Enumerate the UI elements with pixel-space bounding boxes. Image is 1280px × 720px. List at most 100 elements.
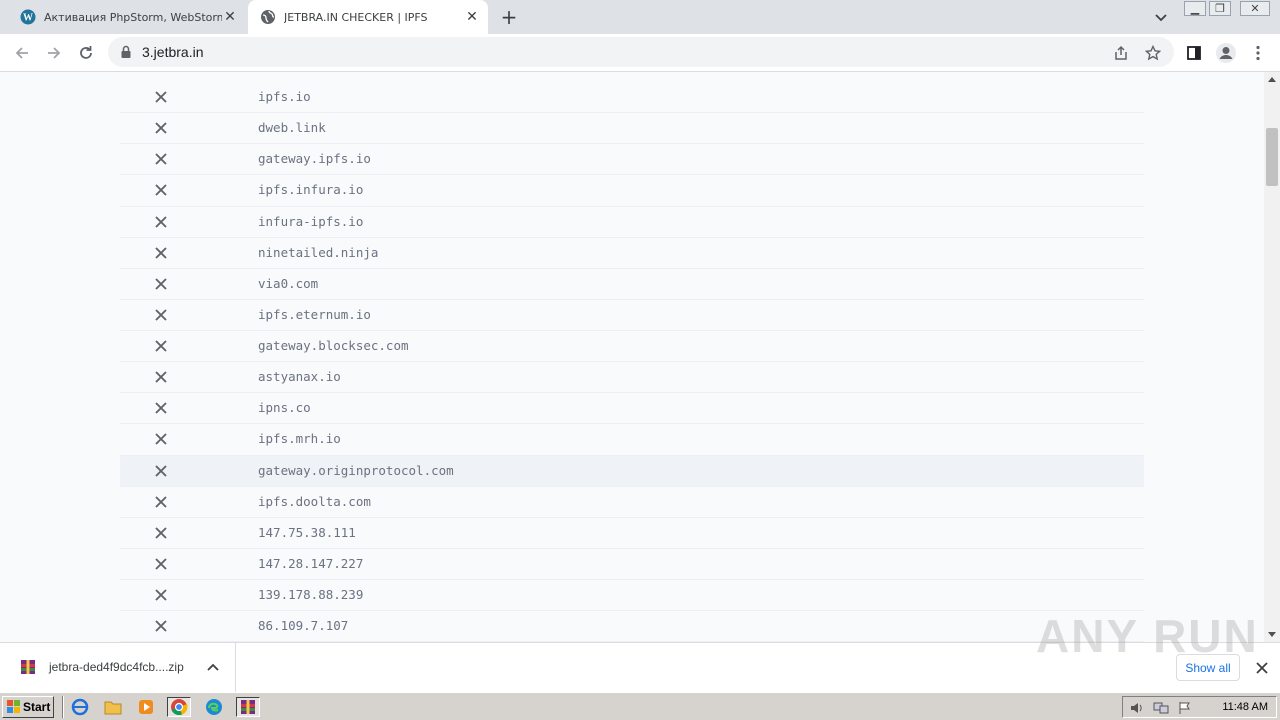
ie-icon[interactable]: [68, 697, 92, 717]
clock: 11:48 AM: [1222, 701, 1268, 713]
gateway-host: infura-ipfs.io: [258, 213, 364, 229]
profile-button[interactable]: [1215, 42, 1237, 64]
tab-strip: W Активация PhpStorm, WebStorm, IntelliJ…: [0, 0, 1280, 34]
tab-search-chevron-icon[interactable]: [1152, 8, 1170, 26]
svg-text:W: W: [23, 13, 33, 24]
gateway-row: ipns.co: [120, 393, 1144, 425]
fail-x-icon: [155, 153, 167, 165]
back-button[interactable]: [11, 42, 33, 64]
fail-x-icon: [155, 91, 167, 103]
gateway-host: ipfs.io: [258, 89, 311, 104]
gateway-host: astyanax.io: [258, 369, 341, 385]
fail-x-icon: [155, 371, 167, 383]
show-all-button[interactable]: Show all: [1176, 654, 1240, 681]
vertical-scrollbar[interactable]: [1264, 72, 1280, 642]
gateway-row: ipfs.mrh.io: [120, 424, 1144, 456]
close-tab-icon[interactable]: ✕: [464, 9, 480, 25]
gateway-host: gateway.originprotocol.com: [258, 462, 454, 478]
fail-x-icon: [155, 495, 167, 508]
gateway-row: dweb.link: [120, 113, 1144, 145]
side-panel-button[interactable]: [1183, 42, 1205, 64]
address-bar[interactable]: 3.jetbra.in: [108, 37, 1174, 67]
arrow-left-icon: [15, 47, 28, 59]
windows-logo-icon: [7, 700, 20, 713]
taskbar: Start 11:48 AM: [0, 692, 1280, 720]
tab-activation[interactable]: W Активация PhpStorm, WebStorm, IntelliJ…: [8, 0, 246, 34]
fail-x-icon: [155, 464, 167, 477]
tab-jetbra-checker[interactable]: JETBRA.IN CHECKER | IPFS ✕: [248, 0, 488, 34]
fail-x-icon: [155, 246, 167, 259]
gateway-row: ipfs.io: [120, 82, 1144, 114]
new-tab-button[interactable]: +: [499, 7, 519, 27]
gateway-row: ipfs.infura.io: [120, 175, 1144, 207]
fail-x-icon: [155, 122, 167, 134]
network-icon[interactable]: [1153, 700, 1169, 716]
reload-icon: [80, 46, 92, 59]
gateway-host: via0.com: [258, 275, 319, 291]
gateway-host: 139.178.88.239: [258, 587, 364, 602]
gateway-row: ipfs.doolta.com: [120, 487, 1144, 518]
fail-x-icon: [155, 620, 167, 632]
fail-x-icon: [155, 184, 167, 197]
gateway-host: ipns.co: [258, 400, 311, 416]
forward-button[interactable]: [43, 42, 65, 64]
winrar-icon[interactable]: [236, 697, 260, 717]
page-content: ipfs.io dweb.link gateway.ipfs.io ipfs.infu…: [0, 72, 1264, 642]
gateway-host: ipfs.mrh.io: [258, 431, 341, 447]
gateway-host: gateway.ipfs.io: [258, 151, 371, 167]
gateway-row: ninetailed.ninja: [120, 238, 1144, 269]
browser-toolbar: 3.jetbra.in: [0, 34, 1280, 72]
reload-button[interactable]: [75, 42, 97, 64]
window-close-button[interactable]: ✕: [1240, 1, 1270, 16]
gateway-host: 86.109.7.107: [258, 618, 349, 634]
chevron-up-icon[interactable]: [205, 660, 221, 676]
gateway-host: ipfs.infura.io: [258, 182, 364, 198]
flag-icon[interactable]: [1177, 700, 1193, 716]
side-panel-icon: [1187, 46, 1201, 60]
url-text: 3.jetbra.in: [142, 44, 204, 60]
gateway-row: 147.28.147.227: [120, 549, 1144, 580]
download-item[interactable]: jetbra-ded4f9dc4fcb....zip: [0, 643, 236, 693]
fail-x-icon: [155, 433, 167, 446]
fail-x-icon: [155, 527, 167, 539]
restore-button[interactable]: ❐: [1209, 1, 1231, 16]
fail-x-icon: [155, 309, 167, 321]
gateway-host: ipfs.eternum.io: [258, 306, 371, 322]
download-shelf: ANY RUN jetbra-ded4f9dc4fcb....zip Show …: [0, 610, 1280, 693]
gateway-host: dweb.link: [258, 120, 326, 136]
globe-icon: [261, 10, 275, 24]
fail-x-icon: [155, 589, 167, 601]
chrome-icon[interactable]: [167, 697, 191, 717]
media-player-icon[interactable]: [134, 697, 158, 717]
close-tab-icon[interactable]: ✕: [222, 9, 238, 25]
scrollbar-thumb[interactable]: [1266, 128, 1278, 186]
menu-button[interactable]: [1247, 42, 1269, 64]
fail-x-icon: [155, 402, 167, 414]
avatar-icon: [1216, 43, 1236, 63]
fail-x-icon: [155, 215, 167, 228]
minimize-button[interactable]: ▁: [1184, 1, 1206, 16]
kebab-menu-icon: [1256, 45, 1260, 61]
gateway-host: ninetailed.ninja: [258, 244, 379, 260]
fail-x-icon: [155, 278, 167, 290]
lock-icon[interactable]: [120, 45, 132, 59]
start-label: Start: [23, 700, 51, 714]
edge-icon[interactable]: [202, 697, 226, 717]
speaker-icon[interactable]: [1129, 700, 1145, 716]
gateway-row: gateway.ipfs.io: [120, 144, 1144, 176]
gateway-row: infura-ipfs.io: [120, 207, 1144, 238]
gateway-row: astyanax.io: [120, 362, 1144, 394]
archive-file-icon: [21, 660, 35, 674]
close-icon[interactable]: [1254, 660, 1270, 676]
bookmark-star-icon[interactable]: [1144, 44, 1162, 62]
tab-title: JETBRA.IN CHECKER | IPFS: [284, 10, 428, 24]
start-button[interactable]: Start: [2, 696, 54, 718]
download-file-name: jetbra-ded4f9dc4fcb....zip: [49, 660, 184, 674]
file-explorer-icon[interactable]: [101, 697, 125, 717]
gateway-row: 139.178.88.239: [120, 580, 1144, 612]
gateway-row: ipfs.eternum.io: [120, 300, 1144, 331]
scroll-down-icon[interactable]: [1268, 632, 1276, 637]
taskbar-separator: [62, 696, 64, 718]
scroll-up-icon[interactable]: [1268, 77, 1276, 82]
share-icon[interactable]: [1112, 44, 1130, 62]
